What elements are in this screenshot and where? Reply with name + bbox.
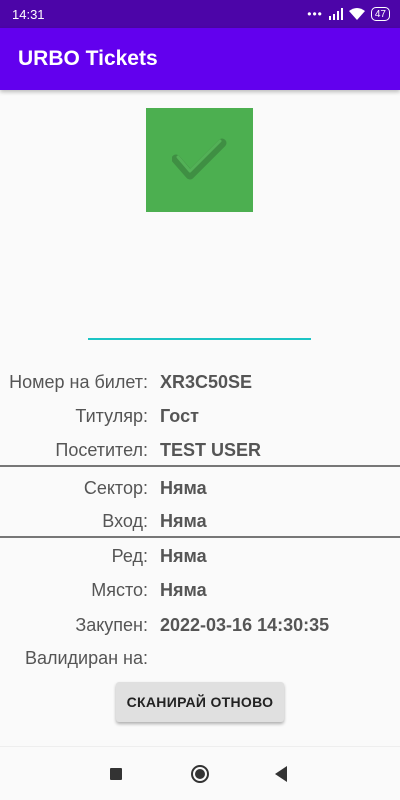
- signal-icon: [328, 8, 343, 20]
- validated-row: Валидиран на:: [0, 643, 400, 673]
- check-icon: [171, 138, 226, 180]
- entrance-value: Няма: [160, 510, 207, 531]
- validation-status-image: [146, 108, 253, 212]
- app-title: URBO Tickets: [18, 47, 158, 70]
- status-time: 14:31: [12, 6, 45, 22]
- scan-input-field[interactable]: [88, 338, 311, 340]
- entrance-label: Вход:: [102, 510, 148, 531]
- seat-row: Място: Няма: [0, 575, 400, 605]
- seat-label: Място:: [91, 579, 148, 600]
- section-divider: [0, 465, 400, 467]
- notification-dots: •••: [307, 7, 323, 21]
- home-icon[interactable]: [191, 765, 209, 783]
- status-bar: 14:31 ••• 47: [0, 0, 400, 28]
- row-label: Ред:: [111, 545, 148, 566]
- purchased-label: Закупен:: [75, 614, 148, 635]
- visitor-label: Посетител:: [55, 439, 148, 460]
- ticket-number-label: Номер на билет:: [9, 371, 148, 392]
- sector-value: Няма: [160, 477, 207, 498]
- app-bar: URBO Tickets: [0, 28, 400, 90]
- seat-value: Няма: [160, 579, 207, 600]
- holder-label: Титуляр:: [75, 405, 148, 426]
- back-icon[interactable]: [275, 766, 287, 782]
- wifi-icon: [348, 8, 365, 20]
- scan-again-button[interactable]: СКАНИРАЙ ОТНОВО: [116, 682, 284, 722]
- sector-row: Сектор: Няма: [0, 473, 400, 503]
- entrance-row: Вход: Няма: [0, 506, 400, 536]
- navigation-bar: [0, 746, 400, 800]
- row-row: Ред: Няма: [0, 541, 400, 571]
- validated-label: Валидиран на:: [24, 647, 148, 668]
- purchased-row: Закупен: 2022-03-16 14:30:35: [0, 610, 400, 640]
- ticket-number-value: XR3C50SE: [160, 371, 253, 392]
- battery-icon: 47: [370, 7, 390, 21]
- section-divider: [0, 536, 400, 538]
- visitor-row: Посетител: TEST USER: [0, 435, 400, 465]
- holder-row: Титуляр: Гост: [0, 401, 400, 431]
- visitor-value: TEST USER: [160, 439, 262, 460]
- home-icon-inner: [195, 769, 205, 779]
- sector-label: Сектор:: [83, 477, 148, 498]
- purchased-value: 2022-03-16 14:30:35: [160, 614, 330, 635]
- holder-value: Гост: [160, 405, 199, 426]
- ticket-number-row: Номер на билет: XR3C50SE: [0, 367, 400, 397]
- recent-apps-icon[interactable]: [110, 768, 122, 780]
- row-value: Няма: [160, 545, 207, 566]
- status-icons: ••• 47: [307, 7, 390, 21]
